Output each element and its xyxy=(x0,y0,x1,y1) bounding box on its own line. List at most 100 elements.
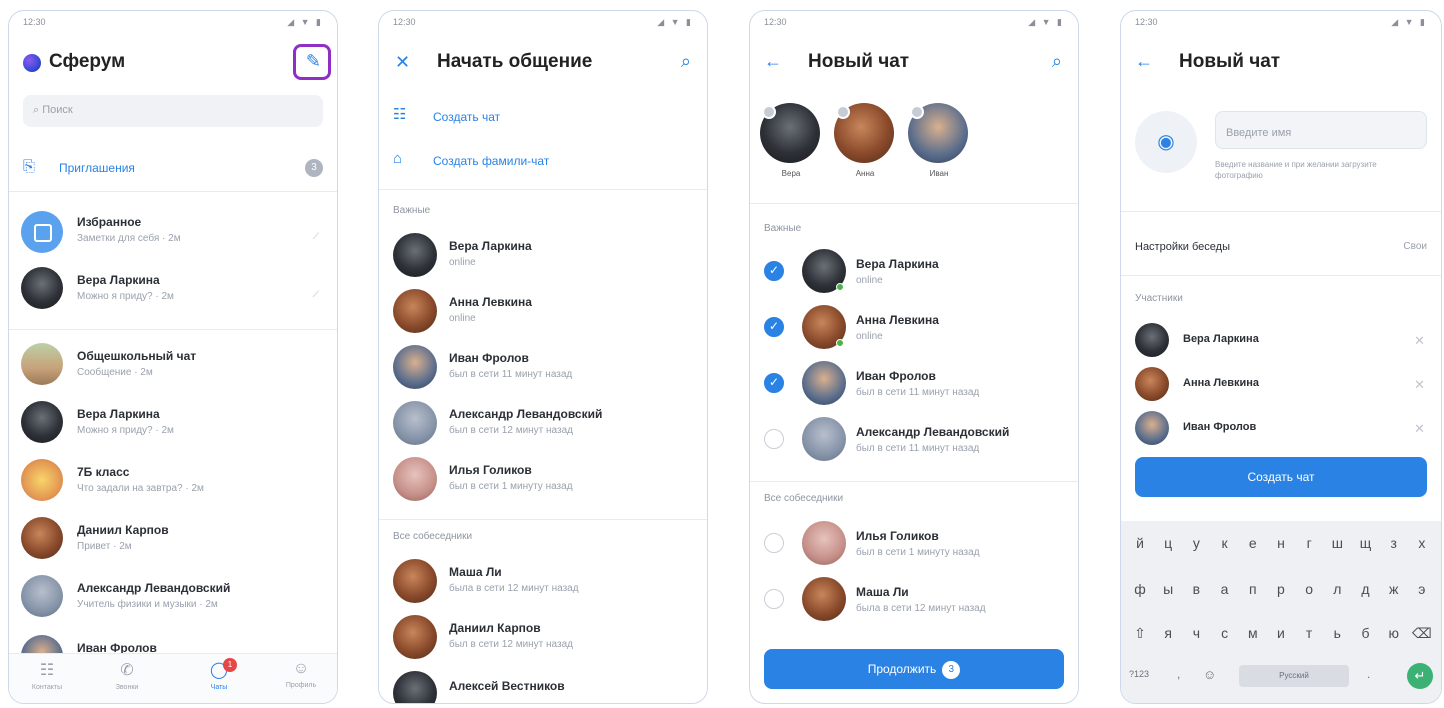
remove-icon[interactable] xyxy=(836,105,850,119)
key[interactable]: г xyxy=(1298,535,1320,551)
key[interactable]: ж xyxy=(1383,581,1405,597)
key[interactable]: а xyxy=(1214,581,1236,597)
checkbox[interactable]: ✓ xyxy=(764,261,784,281)
contact-row[interactable]: Маша Ли была в сети 12 минут назад xyxy=(379,557,707,609)
search-placeholder: Поиск xyxy=(42,104,73,116)
shift-key[interactable]: ⇧ xyxy=(1129,625,1151,642)
key[interactable]: ш xyxy=(1326,535,1348,551)
key[interactable]: ы xyxy=(1157,581,1179,597)
contact-row[interactable]: Александр Левандовский был в сети 11 мин… xyxy=(750,415,1078,469)
key[interactable]: т xyxy=(1298,625,1320,642)
key[interactable]: в xyxy=(1185,581,1207,597)
tab-chats[interactable]: ◯ 1 Чаты xyxy=(189,658,249,691)
contact-row[interactable]: Илья Голиков был в сети 1 минуту назад xyxy=(750,519,1078,573)
key[interactable]: ч xyxy=(1185,625,1207,642)
space-key[interactable]: Русский xyxy=(1239,665,1349,687)
contact-row[interactable]: Маша Ли была в сети 12 минут назад xyxy=(750,575,1078,629)
checkbox[interactable] xyxy=(764,533,784,553)
remove-icon[interactable]: ✕ xyxy=(1414,377,1425,393)
checkbox[interactable]: ✓ xyxy=(764,317,784,337)
tab-profile[interactable]: ☺ Профиль xyxy=(271,660,331,689)
comma-key[interactable]: , xyxy=(1177,667,1180,681)
checkbox[interactable] xyxy=(764,589,784,609)
divider xyxy=(9,191,337,192)
contact-row[interactable]: Иван Фролов был в сети 11 минут назад xyxy=(379,343,707,395)
chat-settings-row[interactable]: Настройки беседы Свои xyxy=(1121,231,1441,265)
contact-row[interactable]: ✓ Иван Фролов был в сети 11 минут назад xyxy=(750,359,1078,413)
create-chat-button[interactable]: Создать чат xyxy=(1135,457,1427,497)
remove-icon[interactable] xyxy=(910,105,924,119)
key[interactable]: ь xyxy=(1326,625,1348,642)
key[interactable]: я xyxy=(1157,625,1179,642)
key[interactable]: о xyxy=(1298,581,1320,597)
period-key[interactable]: . xyxy=(1367,667,1370,681)
chat-photo-button[interactable]: ◉ xyxy=(1135,111,1197,173)
key[interactable]: д xyxy=(1355,581,1377,597)
key[interactable]: м xyxy=(1242,625,1264,642)
key[interactable]: н xyxy=(1270,535,1292,551)
tab-contacts[interactable]: ☷ Контакты xyxy=(17,660,77,691)
contact-row[interactable]: ✓ Вера Ларкина online xyxy=(750,247,1078,301)
chat-row[interactable]: Избранное Заметки для себя · 2м ⟋ xyxy=(9,207,337,259)
contact-row[interactable]: Даниил Карпов был в сети 12 минут назад xyxy=(379,613,707,665)
key[interactable]: л xyxy=(1326,581,1348,597)
contact-row[interactable]: Анна Левкина online xyxy=(379,287,707,339)
key[interactable]: ю xyxy=(1383,625,1405,642)
key[interactable]: ф xyxy=(1129,581,1151,597)
key[interactable]: п xyxy=(1242,581,1264,597)
key[interactable]: с xyxy=(1214,625,1236,642)
create-family-chat-action[interactable]: ⌂ Создать фамили-чат xyxy=(379,147,707,177)
key[interactable]: к xyxy=(1214,535,1236,551)
contact-row[interactable]: Илья Голиков был в сети 1 минуту назад xyxy=(379,455,707,507)
member-row: Иван Фролов ✕ xyxy=(1121,409,1441,449)
chat-row[interactable]: Общешкольный чат Сообщение · 2м xyxy=(9,339,337,391)
back-arrow-icon[interactable]: ← xyxy=(764,52,782,70)
avatar xyxy=(21,459,63,501)
chat-row[interactable]: 7Б класс Что задали на завтра? · 2м xyxy=(9,455,337,507)
selected-chip[interactable]: Иван xyxy=(908,103,970,183)
remove-icon[interactable]: ✕ xyxy=(1414,421,1425,437)
invitations-row[interactable]: ⎘ Приглашения 3 xyxy=(9,151,337,185)
search-icon[interactable]: ⌕ xyxy=(681,52,691,70)
emoji-icon[interactable]: ☺ xyxy=(1203,667,1216,682)
continue-button[interactable]: Продолжить 3 xyxy=(764,649,1064,689)
contact-row[interactable]: Вера Ларкина online xyxy=(379,231,707,283)
chat-row[interactable]: Даниил Карпов Привет · 2м xyxy=(9,513,337,565)
chat-name-input[interactable]: Введите имя xyxy=(1215,111,1427,149)
chat-row[interactable]: Иван Фролов xyxy=(9,629,337,655)
selected-chip[interactable]: Анна xyxy=(834,103,896,183)
enter-key[interactable]: ↵ xyxy=(1407,663,1433,689)
key[interactable]: ц xyxy=(1157,535,1179,551)
checkbox[interactable]: ✓ xyxy=(764,373,784,393)
search-input[interactable]: ⌕ Поиск xyxy=(23,95,323,127)
contact-row[interactable]: Александр Левандовский был в сети 12 мин… xyxy=(379,399,707,451)
chat-row[interactable]: Вера Ларкина Можно я приду? · 2м xyxy=(9,397,337,449)
key[interactable]: щ xyxy=(1355,535,1377,551)
key[interactable]: р xyxy=(1270,581,1292,597)
key[interactable]: з xyxy=(1383,535,1405,551)
checkbox[interactable] xyxy=(764,429,784,449)
key[interactable]: и xyxy=(1270,625,1292,642)
search-icon[interactable]: ⌕ xyxy=(1052,52,1062,70)
key[interactable]: у xyxy=(1185,535,1207,551)
contact-row[interactable]: ✓ Анна Левкина online xyxy=(750,303,1078,357)
selected-count-badge: 3 xyxy=(942,660,961,679)
key[interactable]: х xyxy=(1411,535,1433,551)
key[interactable]: е xyxy=(1242,535,1264,551)
key[interactable]: б xyxy=(1355,625,1377,642)
backspace-key[interactable]: ⌫ xyxy=(1411,625,1433,642)
remove-icon[interactable]: ✕ xyxy=(1414,333,1425,349)
chat-row[interactable]: Вера Ларкина Можно я приду? · 2м ⟋ xyxy=(9,263,337,315)
create-chat-action[interactable]: ☷ Создать чат xyxy=(379,103,707,133)
back-arrow-icon[interactable]: ← xyxy=(1135,52,1153,70)
remove-icon[interactable] xyxy=(762,105,776,119)
close-icon[interactable]: ✕ xyxy=(395,53,410,71)
key[interactable]: э xyxy=(1411,581,1433,597)
tab-calls[interactable]: ✆ Звонки xyxy=(97,660,157,691)
contacts-icon: ☷ xyxy=(39,662,55,679)
selected-chip[interactable]: Вера xyxy=(760,103,822,183)
key[interactable]: й xyxy=(1129,535,1151,551)
contact-row[interactable]: Алексей Вестников xyxy=(379,669,707,703)
chat-row[interactable]: Александр Левандовский Учитель физики и … xyxy=(9,571,337,623)
symbols-key[interactable]: ?123 xyxy=(1129,669,1149,679)
